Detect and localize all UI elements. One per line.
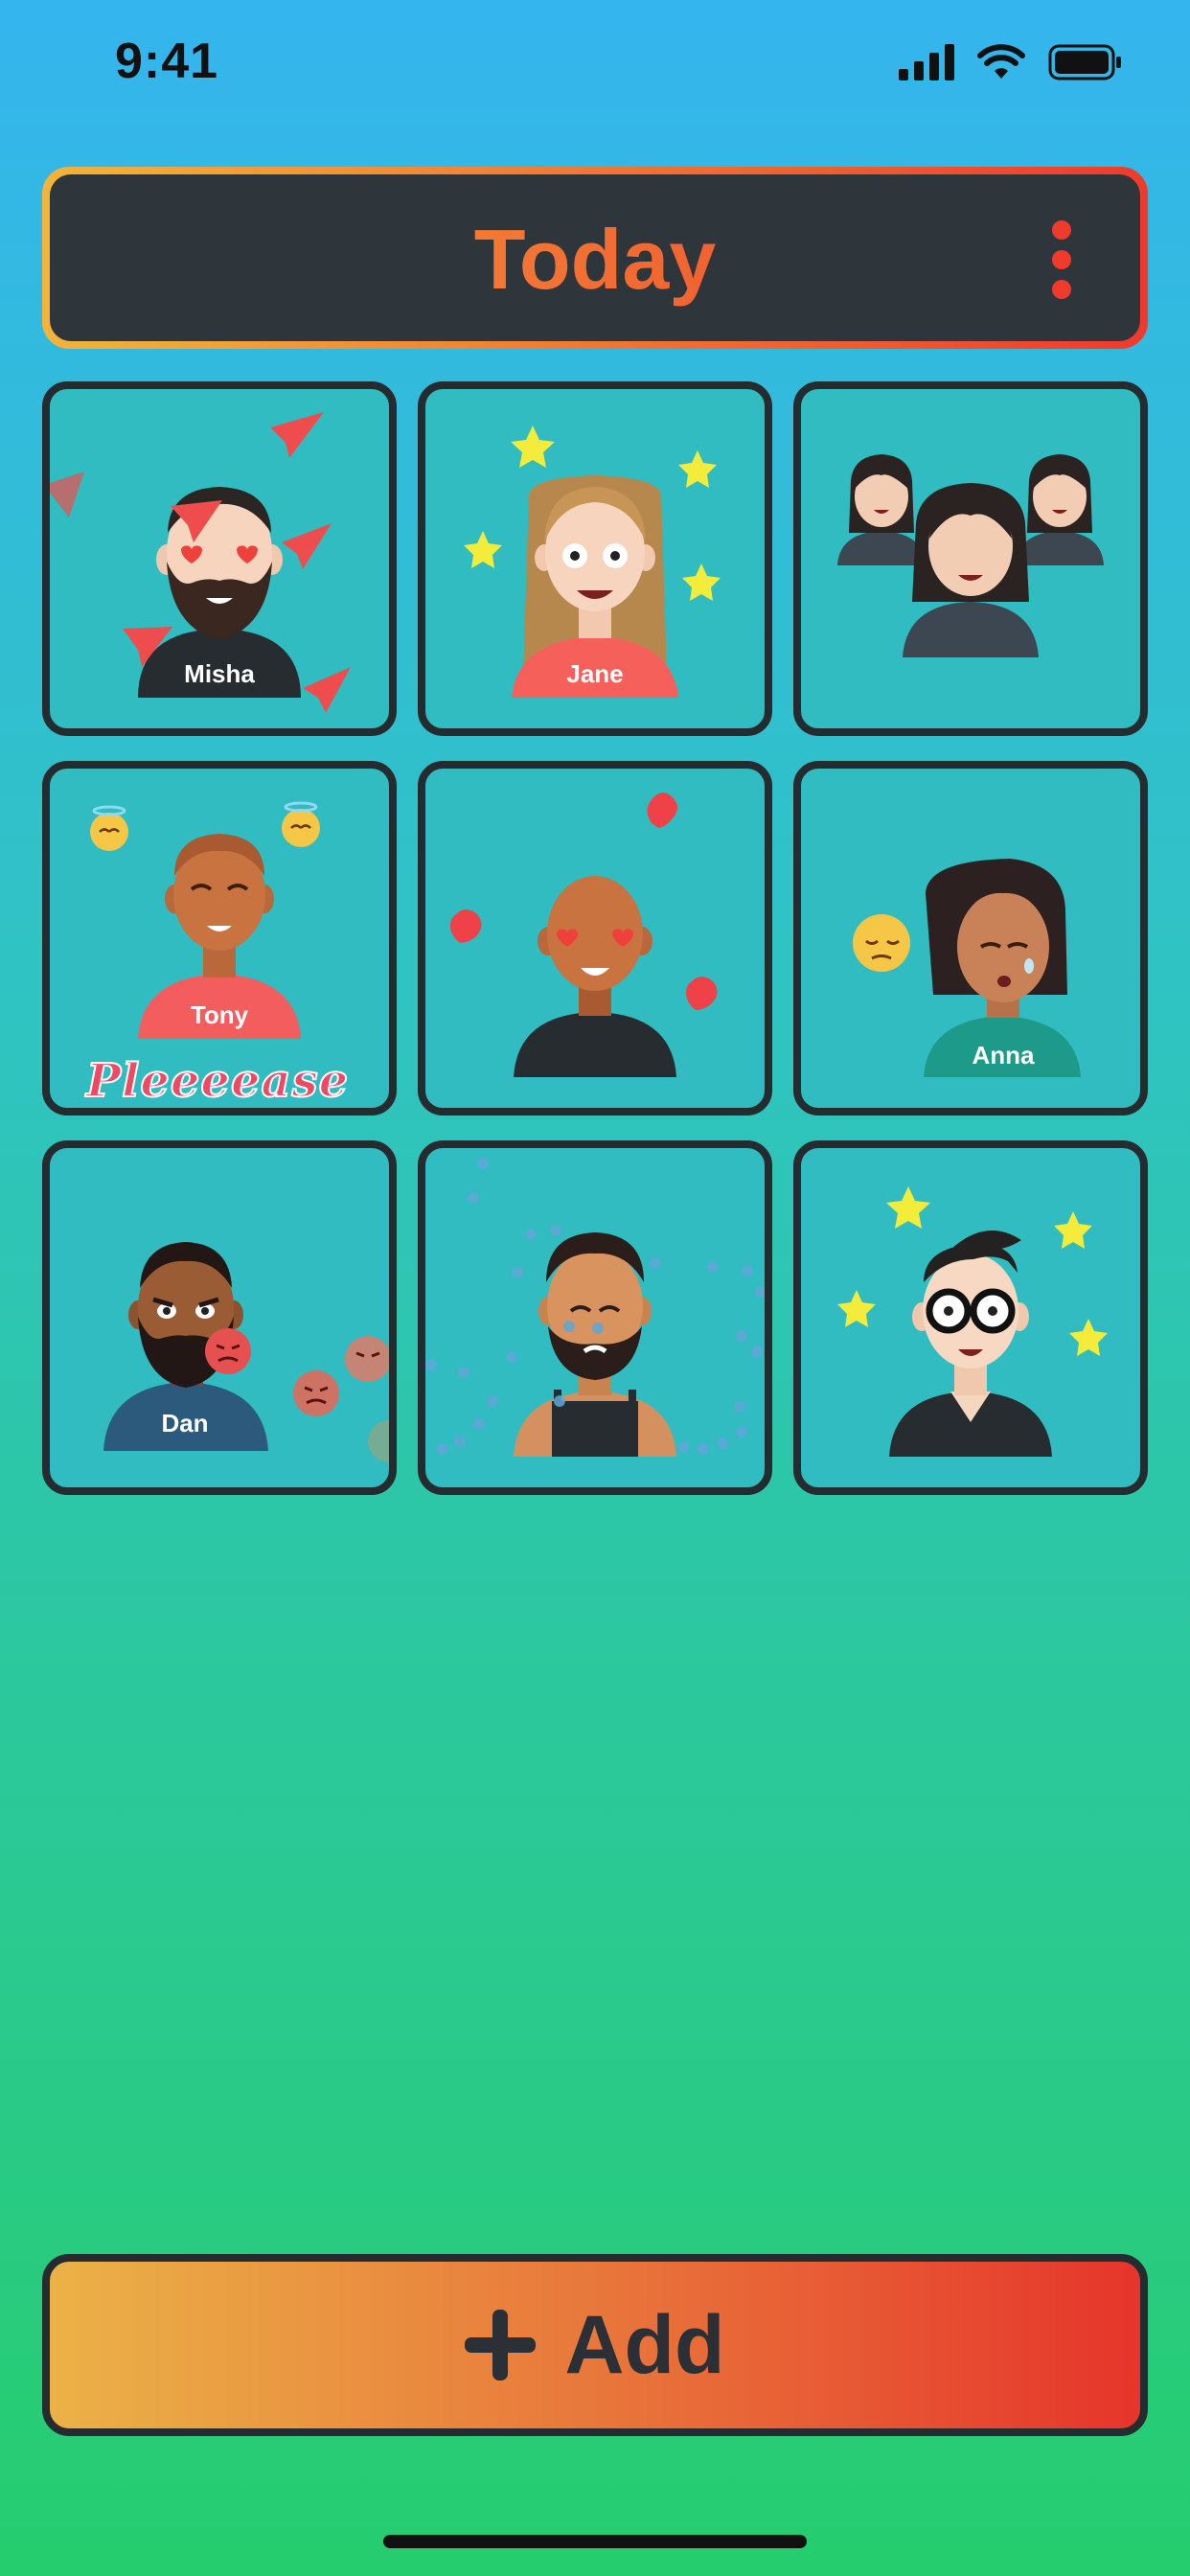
avatar-glasses: [837, 1186, 1108, 1457]
avatar-hearts: [450, 793, 718, 1077]
sad-emoji-icon: [853, 914, 910, 972]
more-menu-button[interactable]: [1050, 220, 1073, 303]
add-button-label: Add: [564, 2298, 725, 2391]
header-bar: Today: [42, 167, 1148, 349]
caption-sticker: Pleeeease: [85, 1053, 350, 1108]
avatar-card-anna[interactable]: Anna: [793, 761, 1148, 1116]
battery-icon: [1048, 44, 1121, 80]
avatar-name: Misha: [184, 659, 255, 688]
cellular-signal-icon: [899, 44, 954, 80]
avatar-name: Dan: [161, 1409, 209, 1438]
more-vertical-icon: [1050, 220, 1073, 299]
avatar-card-hearts[interactable]: [418, 761, 772, 1116]
avatar-name: Anna: [972, 1041, 1035, 1070]
avatar-card-glasses[interactable]: [793, 1140, 1148, 1495]
avatar-card-dan[interactable]: Dan: [42, 1140, 397, 1495]
avatar-name: Tony: [190, 1000, 249, 1029]
page-title: Today: [50, 211, 1140, 309]
avatar-card-tony[interactable]: Tony Pleeeease: [42, 761, 397, 1116]
status-bar: 9:41: [0, 0, 1190, 134]
avatar-name: Jane: [566, 659, 624, 688]
avatar-grid: Misha Jane Tony Pleeeease Anna Dan: [42, 381, 1148, 1495]
avatar-card-misha[interactable]: Misha: [42, 381, 397, 736]
header-inner: Today: [50, 174, 1140, 341]
avatar-card-group[interactable]: [793, 381, 1148, 736]
plus-icon: [465, 2310, 537, 2380]
add-button[interactable]: Add: [42, 2254, 1148, 2436]
home-indicator[interactable]: [383, 2535, 807, 2548]
avatar-card-jane[interactable]: Jane: [418, 381, 772, 736]
wifi-icon: [977, 44, 1025, 79]
avatar-group: [837, 454, 1104, 657]
status-time: 9:41: [115, 34, 219, 89]
screen: 9:41 Today Misha Jane Tony Pleeeease Ann…: [0, 0, 1190, 2576]
avatar-tears: [425, 1158, 765, 1457]
avatar-card-tears[interactable]: [418, 1140, 772, 1495]
status-icons: [899, 44, 1123, 80]
